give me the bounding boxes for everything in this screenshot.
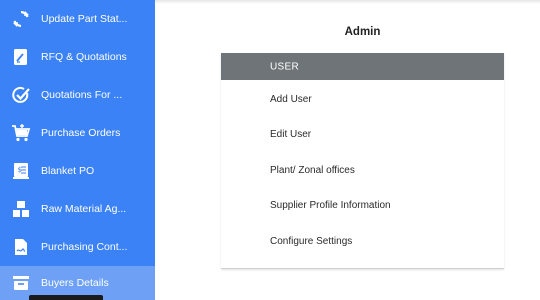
sidebar-item-label: Quotations For ... [41, 89, 123, 101]
sidebar-item-purchase-orders[interactable]: Purchase Orders [0, 114, 155, 152]
sidebar-item-purchasing-contracts[interactable]: Purchasing Cont... [0, 228, 155, 266]
add-user-link[interactable]: Add User [270, 94, 312, 105]
card-header: USER [221, 53, 504, 80]
sidebar-item-buyers-details[interactable]: Buyers Details [0, 266, 155, 300]
cart-icon [12, 124, 31, 142]
receipt-icon: $ [13, 163, 29, 179]
page-title: Admin [344, 26, 381, 38]
header-shadow [155, 0, 540, 4]
card-header-label: USER [270, 61, 299, 72]
user-admin-card: USER Add User Edit User Plant/ Zonal off… [221, 53, 504, 269]
configure-settings-link[interactable]: Configure Settings [270, 236, 352, 247]
contract-icon [15, 239, 27, 255]
sidebar-item-label: Purchase Orders [41, 127, 121, 139]
sidebar-item-label: Update Part Stat... [41, 13, 128, 25]
tooltip [29, 295, 103, 300]
edit-document-icon [14, 49, 27, 65]
check-circle-icon [12, 86, 30, 103]
edit-user-link[interactable]: Edit User [270, 129, 311, 140]
sidebar-item-quotations-for[interactable]: Quotations For ... [0, 76, 155, 114]
sidebar-item-blanket-po[interactable]: $ Blanket PO [0, 152, 155, 190]
sidebar-item-update-part-status[interactable]: Update Part Stat... [0, 0, 155, 38]
buyer-icon [13, 276, 29, 290]
app-window: Update Part Stat... RFQ & Quotations Quo… [0, 0, 540, 300]
sidebar-item-rfq-quotations[interactable]: RFQ & Quotations [0, 38, 155, 76]
sidebar-item-label: Blanket PO [41, 165, 95, 177]
sidebar-item-label: Buyers Details [41, 277, 109, 289]
boxes-icon [13, 201, 29, 217]
sidebar: Update Part Stat... RFQ & Quotations Quo… [0, 0, 155, 300]
supplier-profile-link[interactable]: Supplier Profile Information [270, 200, 391, 211]
refresh-icon [13, 10, 29, 28]
sidebar-item-label: RFQ & Quotations [41, 51, 127, 63]
sidebar-item-label: Raw Material Ag... [41, 203, 127, 215]
sidebar-item-raw-material[interactable]: Raw Material Ag... [0, 190, 155, 228]
plant-zonal-offices-link[interactable]: Plant/ Zonal offices [270, 165, 355, 176]
sidebar-item-label: Purchasing Cont... [41, 241, 128, 253]
